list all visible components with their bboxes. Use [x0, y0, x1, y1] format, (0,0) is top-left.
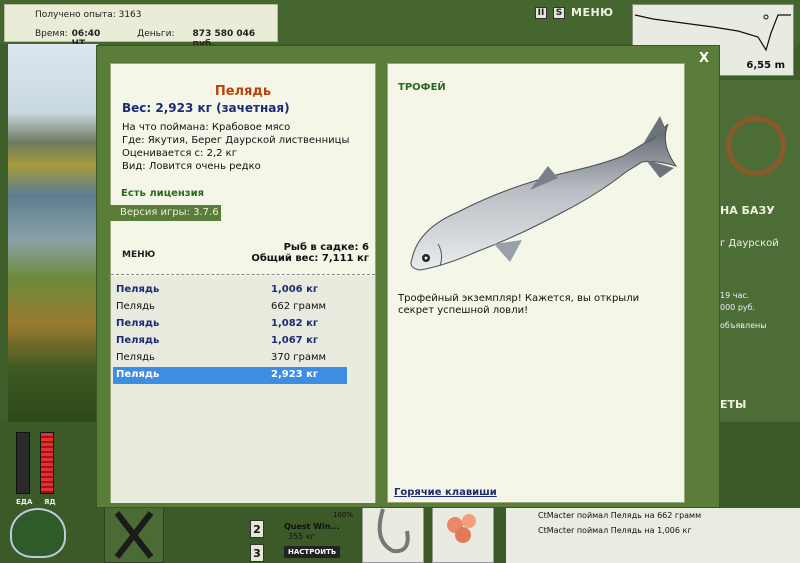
catch-name: Пелядь: [116, 318, 160, 329]
cutlery-icon[interactable]: [104, 506, 164, 563]
trophy-heading: ТРОФЕЙ: [398, 82, 446, 93]
experience-label: Получено опыта: 3163: [35, 10, 142, 20]
feed-line: CtMacter поймал Пелядь на 1,006 кг: [538, 526, 692, 535]
catch-weight: 662 грамм: [271, 301, 327, 312]
version-badge: Версия игры: 3.7.6: [110, 205, 221, 221]
kind-line: Вид: Ловится очень редко: [122, 161, 261, 172]
catch-name: Пелядь: [116, 284, 160, 295]
depth-value: 6,55 m: [746, 60, 785, 71]
ship-wheel-icon[interactable]: [726, 116, 786, 176]
trophy-pane: ТРОФЕЙ Трофейный экземпляр! Кажется, вы …: [387, 63, 685, 503]
bait-line: На что поймана: Крабовое мясо: [122, 122, 291, 133]
total-weight: Общий вес: 7,111 кг: [251, 253, 369, 264]
catch-row[interactable]: Пелядь 1,082 кг: [113, 316, 347, 333]
fish-weight: Вес: 2,923 кг (зачетная): [122, 101, 290, 115]
landscape-view: [8, 44, 98, 422]
fish-name: Пелядь: [214, 84, 272, 99]
tickets-button[interactable]: ЕТЫ: [720, 398, 746, 411]
food-gauge-label: ЕДА: [16, 498, 33, 506]
bait-slot[interactable]: [432, 500, 494, 563]
info-line-1: 19 час.: [720, 291, 750, 300]
location-line: Где: Якутия, Берег Даурской лиственницы: [122, 135, 350, 146]
hotkeys-link[interactable]: Горячие клавиши: [394, 487, 497, 498]
info-line-3: объявлены: [720, 321, 767, 330]
quest-price: 355 кг: [288, 532, 315, 541]
drive-gauge: [40, 432, 54, 494]
catch-weight: 1,067 кг: [271, 335, 319, 346]
quest-info: Quest Win... 355 кг НАСТРОИТЬ: [284, 522, 341, 558]
catch-name: Пелядь: [116, 301, 155, 312]
version-label: Версия игры:: [120, 207, 190, 218]
to-base-button[interactable]: НА БАЗУ: [720, 204, 775, 217]
fish-details-pane: Пелядь Вес: 2,923 кг (зачетная) На что п…: [110, 63, 376, 503]
catch-name: Пелядь: [116, 369, 160, 380]
pause-icon[interactable]: II: [535, 6, 547, 19]
keepnet-summary: Рыб в садке: 6 Общий вес: 7,111 кг: [251, 242, 369, 264]
catch-weight: 2,923 кг: [271, 369, 319, 380]
catch-row[interactable]: Пелядь 1,006 кг: [113, 282, 347, 299]
info-line-2: 000 руб.: [720, 303, 756, 312]
fish-count: Рыб в садке: 6: [283, 242, 369, 253]
sound-icon[interactable]: S: [553, 6, 565, 19]
license-status: Есть лицензия: [121, 188, 205, 199]
catch-row[interactable]: Пелядь 1,067 кг: [113, 333, 347, 350]
catch-list: Пелядь 1,006 кг Пелядь 662 грамм Пелядь …: [111, 276, 375, 503]
fish-info: На что поймана: Крабовое мясо Где: Якути…: [122, 121, 349, 173]
slot-2-button[interactable]: 2: [250, 520, 264, 538]
dialog-menu-button[interactable]: МЕНЮ: [122, 250, 155, 260]
quest-title: Quest Win...: [284, 522, 340, 531]
catch-name: Пелядь: [116, 352, 155, 363]
hook-slot[interactable]: [362, 500, 424, 563]
trophy-description: Трофейный экземпляр! Кажется, вы открыли…: [398, 293, 640, 316]
version-value: 3.7.6: [193, 207, 219, 218]
catch-name: Пелядь: [116, 335, 160, 346]
catch-row[interactable]: Пелядь 370 грамм: [113, 350, 347, 367]
top-icons: II S МЕНЮ: [535, 6, 614, 19]
catch-row[interactable]: Пелядь 662 грамм: [113, 299, 347, 316]
valued-line: Оценивается с: 2,2 кг: [122, 148, 237, 159]
catch-row-selected[interactable]: Пелядь 2,923 кг: [113, 367, 347, 384]
catch-feed: CtMacter поймал Пелядь на 662 грамм CtMa…: [506, 508, 800, 563]
progress-percent: 100%: [333, 511, 354, 519]
drive-gauge-label: ЯД: [44, 498, 56, 506]
food-gauge: [16, 432, 30, 494]
close-button[interactable]: X: [699, 51, 709, 66]
player-stats: Получено опыта: 3163 Время: 06:40 ЧТ Ден…: [4, 4, 278, 49]
catch-weight: 370 грамм: [271, 352, 327, 363]
slot-3-button[interactable]: 3: [250, 544, 264, 562]
feed-line: CtMacter поймал Пелядь на 662 грамм: [538, 511, 702, 520]
fish-image: [410, 116, 678, 271]
cooking-pot-icon[interactable]: [10, 508, 66, 558]
divider: [111, 274, 375, 275]
adjust-button[interactable]: НАСТРОИТЬ: [284, 546, 341, 558]
location-fragment: г Даурской: [720, 238, 779, 249]
catch-weight: 1,006 кг: [271, 284, 319, 295]
main-menu-button[interactable]: МЕНЮ: [571, 6, 614, 19]
catch-weight: 1,082 кг: [271, 318, 319, 329]
fish-info-dialog: X Пелядь Вес: 2,923 кг (зачетная) На что…: [96, 45, 720, 508]
